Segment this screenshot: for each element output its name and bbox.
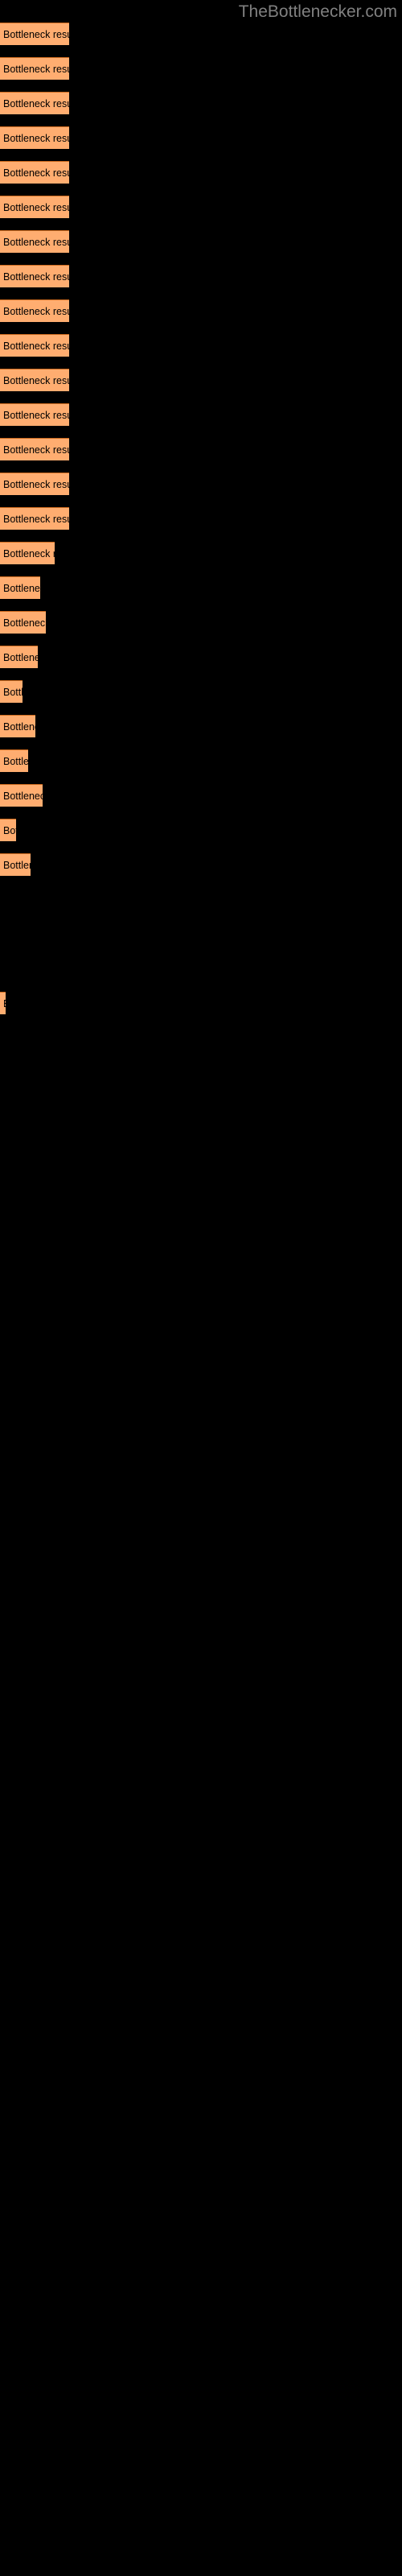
bar-label: Bottleneck result xyxy=(3,341,69,352)
bar[interactable]: Bottleneck result xyxy=(0,299,69,322)
bar[interactable]: Bottleneck result xyxy=(0,126,69,149)
bar-label: Bottleneck result xyxy=(3,791,43,802)
bar-marker[interactable]: Bottleneck result xyxy=(0,992,6,1014)
bar-label: Bottleneck result xyxy=(3,860,31,871)
bar-label: Bottleneck result xyxy=(3,444,69,456)
bar[interactable]: Bottleneck result xyxy=(0,196,69,218)
bar-label: Bottleneck result xyxy=(3,64,69,75)
bar-label: Bottleneck result xyxy=(3,375,69,386)
bar[interactable]: Bottleneck result xyxy=(0,403,69,426)
bar[interactable]: Bottleneck result xyxy=(0,334,69,357)
bar-label: Bottleneck result xyxy=(3,583,40,594)
bar[interactable]: Bottleneck result xyxy=(0,57,69,80)
bar[interactable]: Bottleneck result xyxy=(0,853,31,876)
bar[interactable]: Bottleneck result xyxy=(0,611,46,634)
bar[interactable]: Bottleneck result xyxy=(0,92,69,114)
bar-label: Bottleneck result xyxy=(3,98,69,109)
bottleneck-bar-chart: Bottleneck result Bottleneck result Bottle… xyxy=(0,0,402,2576)
bar-label: Bottleneck result xyxy=(3,825,16,836)
bar-label: Bottleneck result xyxy=(3,202,69,213)
bar[interactable]: Bottleneck result xyxy=(0,680,23,703)
bar-label: Bottleneck result xyxy=(3,721,35,733)
bar[interactable]: Bottleneck result xyxy=(0,23,69,45)
bar[interactable]: Bottleneck result xyxy=(0,161,69,184)
bar[interactable]: Bottleneck result xyxy=(0,369,69,391)
bar[interactable]: Bottleneck result xyxy=(0,507,69,530)
bar-label: Bottleneck result xyxy=(3,410,69,421)
bar[interactable]: Bottleneck result xyxy=(0,265,69,287)
bar[interactable]: Bottleneck result xyxy=(0,819,16,841)
bar-label: Bottleneck result xyxy=(3,237,69,248)
bar-label: Bottleneck result xyxy=(3,479,69,490)
bar[interactable]: Bottleneck result xyxy=(0,438,69,460)
bar[interactable]: Bottleneck result xyxy=(0,715,35,737)
bar-label: Bottleneck result xyxy=(3,167,69,179)
bar-label: Bottleneck result xyxy=(3,133,69,144)
bar[interactable]: Bottleneck result xyxy=(0,784,43,807)
bar[interactable]: Bottleneck result xyxy=(0,646,38,668)
bar-label: Bottleneck result xyxy=(3,756,28,767)
bar[interactable]: Bottleneck result xyxy=(0,230,69,253)
bar-label: Bottleneck result xyxy=(3,652,38,663)
bar-label: Bottleneck result xyxy=(3,548,55,559)
bar-label: Bottleneck result xyxy=(3,271,69,283)
bar[interactable]: Bottleneck result xyxy=(0,749,28,772)
bar-label: Bottleneck result xyxy=(3,29,69,40)
bar[interactable]: Bottleneck result xyxy=(0,576,40,599)
bar-label: Bottleneck result xyxy=(3,514,69,525)
bar-label: Bottleneck result xyxy=(3,617,46,629)
bar-label: Bottleneck result xyxy=(3,687,23,698)
bar[interactable]: Bottleneck result xyxy=(0,473,69,495)
bar[interactable]: Bottleneck result xyxy=(0,542,55,564)
bar-label: Bottleneck result xyxy=(3,993,6,1014)
bar-label: Bottleneck result xyxy=(3,306,69,317)
